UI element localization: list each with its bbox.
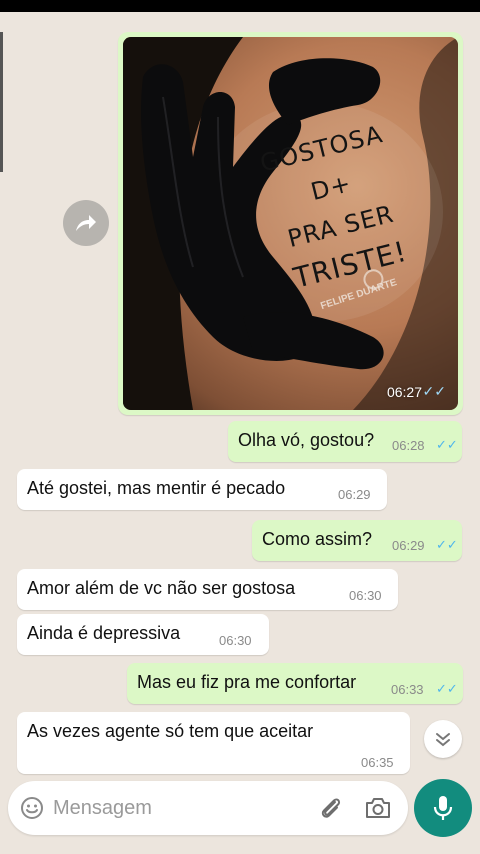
double-check-icon: ✓✓ <box>436 437 458 452</box>
message-text: Olha vó, gostou? <box>238 430 375 450</box>
emoji-button[interactable] <box>20 796 44 820</box>
message-text: Como assim? <box>262 529 373 549</box>
attach-button[interactable] <box>318 795 344 821</box>
camera-button[interactable] <box>364 795 392 821</box>
forward-button[interactable] <box>63 200 109 246</box>
double-check-icon: ✓✓ <box>422 383 446 399</box>
message-incoming[interactable]: As vezes agente só tem que aceitar 06:35 <box>17 712 410 774</box>
message-time: 06:28 <box>392 438 425 453</box>
double-check-icon: ✓✓ <box>436 681 458 696</box>
message-time: 06:30 <box>349 588 382 603</box>
message-time: 06:29 <box>338 487 371 502</box>
emoji-icon <box>21 797 43 819</box>
scroll-indicator <box>0 32 3 172</box>
message-text: Até gostei, mas mentir é pecado <box>27 478 286 498</box>
message-text: Amor além de vc não ser gostosa <box>27 578 296 598</box>
message-incoming[interactable]: Ainda é depressiva 06:30 <box>17 614 269 655</box>
voice-message-button[interactable] <box>414 779 472 837</box>
message-time: 06:30 <box>219 633 252 648</box>
message-text: As vezes agente só tem que aceitar <box>27 721 314 741</box>
chevron-double-down-icon <box>436 733 450 747</box>
message-time: 06:33 <box>391 682 424 697</box>
forward-icon <box>76 215 96 231</box>
message-incoming[interactable]: Amor além de vc não ser gostosa 06:30 <box>17 569 398 610</box>
paperclip-icon <box>321 798 341 818</box>
double-check-icon: ✓✓ <box>436 537 458 552</box>
message-time: 06:27 <box>386 384 422 400</box>
message-input[interactable]: Mensagem <box>53 797 152 820</box>
tattoo-photo[interactable]: GOSTOSA D+ PRA SER TRISTE! FELIPE DUARTE… <box>123 37 458 410</box>
message-outgoing[interactable]: Olha vó, gostou? 06:28 ✓✓ <box>228 421 462 462</box>
message-text: Ainda é depressiva <box>27 623 181 643</box>
status-bar <box>0 0 480 12</box>
image-message-bubble[interactable]: GOSTOSA D+ PRA SER TRISTE! FELIPE DUARTE… <box>118 32 463 415</box>
message-incoming[interactable]: Até gostei, mas mentir é pecado 06:29 <box>17 469 387 510</box>
message-composer[interactable]: Mensagem <box>8 781 408 835</box>
message-time: 06:35 <box>361 755 394 770</box>
message-outgoing[interactable]: Como assim? 06:29 ✓✓ <box>252 520 462 561</box>
message-time: 06:29 <box>392 538 425 553</box>
message-text: Mas eu fiz pra me confortar <box>137 672 357 692</box>
message-outgoing[interactable]: Mas eu fiz pra me confortar 06:33 ✓✓ <box>127 663 463 704</box>
mic-icon <box>433 796 453 820</box>
scroll-down-button[interactable] <box>424 720 462 758</box>
camera-icon <box>366 798 390 818</box>
